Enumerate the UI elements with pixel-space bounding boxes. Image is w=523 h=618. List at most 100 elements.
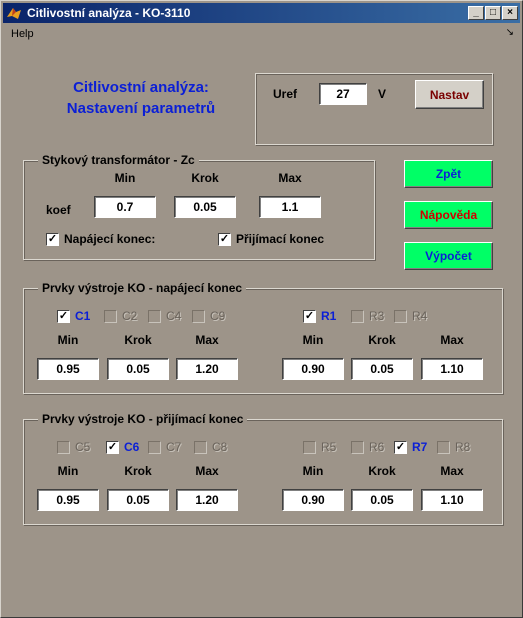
recv-checkbox-c6[interactable]: ✓ C6 [106, 440, 146, 456]
transformer-max-input[interactable] [259, 196, 321, 218]
feed-checkbox-r1-label: R1 [321, 309, 337, 323]
checkbox-box [194, 441, 207, 454]
feed-checkbox-r4-label: R4 [412, 309, 428, 323]
transformer-step-input[interactable] [174, 196, 236, 218]
uref-panel: Uref V Nastav [255, 73, 493, 145]
uref-label: Uref [273, 87, 298, 101]
transformer-group-title: Stykový transformátor - Zc [38, 153, 199, 167]
feed-end-checkbox[interactable]: ✓ Napájecí konec: [46, 232, 176, 248]
checkbox-check-icon: ✓ [106, 441, 119, 454]
feed-checkbox-r1[interactable]: ✓ R1 [303, 309, 343, 325]
recv-checkbox-r8[interactable]: R8 [437, 440, 477, 456]
feed-checkbox-r4[interactable]: R4 [394, 309, 434, 325]
uref-unit: V [378, 87, 387, 101]
recv-c-min-header: Min [57, 464, 79, 478]
checkbox-check-icon: ✓ [303, 310, 316, 323]
checkbox-check-icon: ✓ [394, 441, 407, 454]
checkbox-box [351, 441, 364, 454]
feed-r-step-input[interactable] [351, 358, 413, 380]
feed-checkbox-c1[interactable]: ✓ C1 [57, 309, 97, 325]
feed-c-step-input[interactable] [107, 358, 169, 380]
recv-checkbox-r5-label: R5 [321, 440, 337, 454]
recv-c-step-header: Krok [124, 464, 152, 478]
recv-checkbox-r6[interactable]: R6 [351, 440, 391, 456]
koef-label: koef [46, 203, 71, 217]
feed-r-step-header: Krok [368, 333, 396, 347]
recv-c-step-input[interactable] [107, 489, 169, 511]
checkbox-check-icon: ✓ [218, 233, 231, 246]
recv-c-min-input[interactable] [37, 489, 99, 511]
recv-r-step-header: Krok [368, 464, 396, 478]
recv-checkbox-c5-label: C5 [75, 440, 91, 454]
close-button[interactable]: × [502, 6, 518, 20]
recv-checkbox-c8[interactable]: C8 [194, 440, 234, 456]
transformer-group: Stykový transformátor - Zc Min Krok Max … [23, 153, 375, 260]
recv-checkbox-r5[interactable]: R5 [303, 440, 343, 456]
feed-c-step-header: Krok [124, 333, 152, 347]
transformer-max-header: Max [278, 171, 302, 185]
recv-c-max-input[interactable] [176, 489, 238, 511]
back-button[interactable]: Zpět [404, 160, 493, 188]
recv-checkbox-r8-label: R8 [455, 440, 471, 454]
feed-c-max-header: Max [195, 333, 219, 347]
recv-checkbox-c6-label: C6 [124, 440, 140, 454]
feed-checkbox-c1-label: C1 [75, 309, 91, 323]
feed-checkbox-c9[interactable]: C9 [192, 309, 232, 325]
help-button[interactable]: Nápověda [404, 201, 493, 229]
heading-line-1: Citlivostní analýza: [73, 79, 209, 96]
checkbox-box [192, 310, 205, 323]
feed-checkbox-c4-label: C4 [166, 309, 182, 323]
feed-r-min-input[interactable] [282, 358, 344, 380]
recv-checkbox-r7[interactable]: ✓ R7 [394, 440, 434, 456]
recv-checkbox-r6-label: R6 [369, 440, 385, 454]
checkbox-box [57, 441, 70, 454]
feed-r-max-input[interactable] [421, 358, 483, 380]
transformer-step-header: Krok [191, 171, 219, 185]
minimize-button[interactable]: _ [468, 6, 484, 20]
feed-elements-group: Prvky výstroje KO - napájecí konec ✓ C1 … [23, 281, 503, 394]
feed-checkbox-c2[interactable]: C2 [104, 309, 144, 325]
feed-checkbox-c9-label: C9 [210, 309, 226, 323]
receive-elements-group: Prvky výstroje KO - přijímací konec C5 ✓… [23, 412, 503, 525]
feed-c-max-input[interactable] [176, 358, 238, 380]
recv-checkbox-r7-label: R7 [412, 440, 428, 454]
recv-r-max-input[interactable] [421, 489, 483, 511]
feed-end-label: Napájecí konec: [64, 232, 156, 246]
recv-r-min-input[interactable] [282, 489, 344, 511]
feed-checkbox-c4[interactable]: C4 [148, 309, 188, 325]
checkbox-box [303, 441, 316, 454]
feed-checkbox-c2-label: C2 [122, 309, 138, 323]
menu-item-help[interactable]: Help [11, 28, 34, 40]
receive-end-label: Přijímací konec [236, 232, 325, 246]
feed-r-min-header: Min [302, 333, 324, 347]
app-window: Citlivostní analýza - KO-3110 _ □ × Help… [0, 0, 523, 618]
dock-arrow-icon[interactable]: ↘ [506, 27, 514, 38]
checkbox-box [437, 441, 450, 454]
checkbox-box [351, 310, 364, 323]
recv-checkbox-c8-label: C8 [212, 440, 228, 454]
checkbox-box [148, 310, 161, 323]
transformer-min-input[interactable] [94, 196, 156, 218]
feed-r-max-header: Max [440, 333, 464, 347]
receive-elements-group-title: Prvky výstroje KO - přijímací konec [38, 412, 248, 426]
recv-checkbox-c7-label: C7 [166, 440, 182, 454]
maximize-button[interactable]: □ [485, 6, 501, 20]
recv-checkbox-c7[interactable]: C7 [148, 440, 188, 456]
recv-c-max-header: Max [195, 464, 219, 478]
heading-line-2: Nastavení parametrů [66, 100, 216, 117]
nastav-button[interactable]: Nastav [415, 80, 484, 109]
feed-checkbox-r3-label: R3 [369, 309, 385, 323]
uref-input[interactable] [319, 83, 367, 105]
transformer-min-header: Min [114, 171, 136, 185]
recv-checkbox-c5[interactable]: C5 [57, 440, 97, 456]
title-bar[interactable]: Citlivostní analýza - KO-3110 _ □ × [3, 3, 520, 23]
checkbox-box [104, 310, 117, 323]
feed-c-min-input[interactable] [37, 358, 99, 380]
checkbox-check-icon: ✓ [57, 310, 70, 323]
compute-button[interactable]: Výpočet [404, 242, 493, 270]
feed-checkbox-r3[interactable]: R3 [351, 309, 391, 325]
recv-r-min-header: Min [302, 464, 324, 478]
recv-r-step-input[interactable] [351, 489, 413, 511]
feed-elements-group-title: Prvky výstroje KO - napájecí konec [38, 281, 247, 295]
receive-end-checkbox[interactable]: ✓ Přijímací konec [218, 232, 348, 248]
